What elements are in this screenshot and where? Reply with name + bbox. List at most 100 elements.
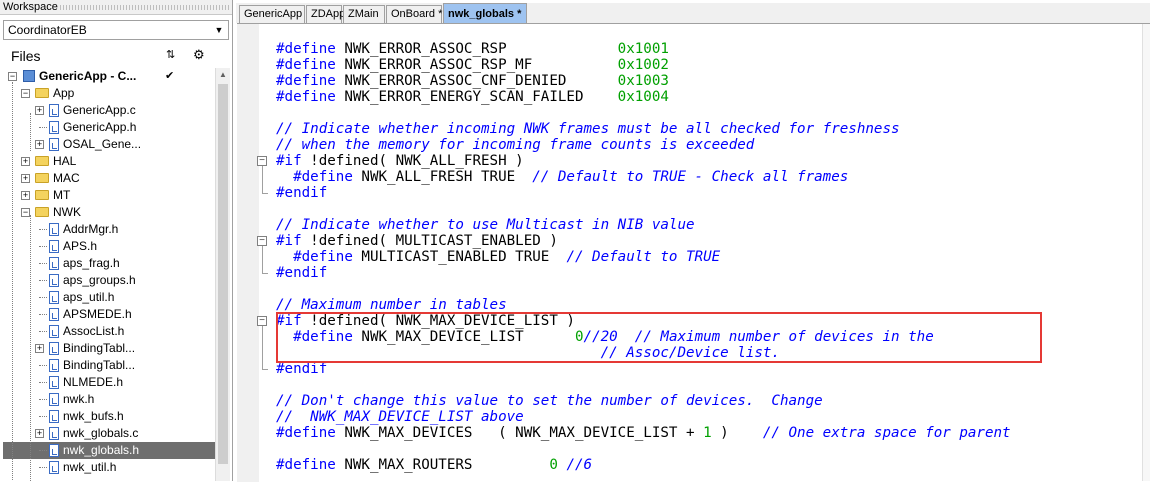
tree-item[interactable]: nwk_bufs.h [3, 408, 215, 425]
tree-item[interactable]: − NWK [3, 204, 215, 221]
tree-connector [39, 229, 47, 230]
tree-item[interactable]: NLMEDE.h [3, 374, 215, 391]
tree-item[interactable]: + MT [3, 187, 215, 204]
tree-item[interactable]: + BindingTabl... [3, 340, 215, 357]
file-icon [49, 121, 59, 134]
collapse-icon[interactable]: − [21, 89, 30, 98]
tree-item[interactable]: aps_frag.h [3, 255, 215, 272]
folder-icon [35, 190, 49, 200]
tree-item[interactable]: + nwk_globals.c [3, 425, 215, 442]
workspace-title-bar[interactable]: Workspace [0, 0, 232, 15]
expand-icon[interactable]: + [35, 344, 44, 353]
expand-icon[interactable]: + [21, 191, 30, 200]
tree-item[interactable]: + MAC [3, 170, 215, 187]
tab-zdapp[interactable]: ZDApp [306, 5, 345, 23]
tree-item-label: aps_frag.h [63, 256, 120, 270]
tree-scrollbar[interactable]: ▲ [215, 68, 230, 481]
fold-collapse-icon[interactable]: − [257, 156, 267, 166]
tree-item-label: MAC [53, 171, 80, 185]
code-comment: // NWK_MAX_DEVICE_LIST above [276, 409, 524, 425]
tree-item-label: nwk.h [63, 392, 95, 406]
code-number: 0x1004 [617, 89, 669, 105]
code-comment: // Indicate whether incoming NWK frames … [276, 121, 900, 137]
code-keyword: #define [293, 169, 353, 185]
tree-item[interactable]: APS.h [3, 238, 215, 255]
tab-zmain[interactable]: ZMain [343, 5, 385, 23]
tree-item[interactable]: AssocList.h [3, 323, 215, 340]
code-line: #endif [276, 361, 327, 377]
code-keyword: #endif [276, 185, 328, 201]
code-number: 0x1003 [617, 73, 669, 89]
expand-icon[interactable]: + [35, 106, 44, 115]
code-text: MULTICAST_ENABLED TRUE [352, 249, 567, 265]
tree-item[interactable]: + OSAL_Gene... [3, 136, 215, 153]
sort-icon[interactable]: ⇅ [166, 48, 175, 61]
tree-item[interactable]: aps_util.h [3, 289, 215, 306]
code-line: // Indicate whether incoming NWK frames … [276, 121, 900, 137]
tree-item[interactable]: + HAL [3, 153, 215, 170]
fold-collapse-icon[interactable]: − [257, 316, 267, 326]
configuration-dropdown[interactable]: CoordinatorEB ▼ [3, 20, 229, 40]
tab-nwk-globals[interactable]: nwk_globals * [443, 3, 527, 23]
tree-item[interactable]: nwk.h [3, 391, 215, 408]
tree-item[interactable]: AddrMgr.h [3, 221, 215, 238]
files-header: Files ⇅ ⚙ [3, 45, 229, 67]
code-number: 1 [703, 425, 712, 441]
expand-icon[interactable]: + [35, 140, 44, 149]
scroll-up-icon[interactable]: ▲ [216, 68, 230, 82]
tree-item[interactable]: nwk_globals.h [3, 442, 215, 459]
code-keyword: #define [293, 249, 353, 265]
tree-item[interactable]: APSMEDE.h [3, 306, 215, 323]
collapse-icon[interactable]: − [21, 208, 30, 217]
file-icon [49, 359, 59, 372]
gear-icon[interactable]: ⚙ [193, 47, 205, 63]
scrollbar-thumb[interactable] [218, 84, 228, 464]
tree-connector [39, 314, 47, 315]
code-text: NWK_ERROR_ENERGY_SCAN_FAILED [335, 89, 618, 105]
expand-icon[interactable]: + [21, 174, 30, 183]
tree-item-label: GenericApp.h [63, 120, 137, 134]
fold-collapse-icon[interactable]: − [257, 236, 267, 246]
code-keyword: #endif [276, 265, 328, 281]
chevron-down-icon[interactable]: ▼ [210, 21, 228, 39]
expand-icon[interactable]: + [35, 429, 44, 438]
code-line: #define NWK_MAX_DEVICES ( NWK_MAX_DEVICE… [276, 425, 1011, 441]
tree-item-label: aps_util.h [63, 290, 115, 304]
tree-item[interactable]: nwk_util.h [3, 459, 215, 476]
expand-icon[interactable]: + [21, 157, 30, 166]
file-icon [49, 291, 59, 304]
code-comment: //6 [566, 457, 593, 473]
code-keyword: #define [276, 457, 336, 473]
tree-item[interactable]: BindingTabl... [3, 357, 215, 374]
tree-item[interactable]: aps_groups.h [3, 272, 215, 289]
file-icon [49, 376, 59, 389]
code-keyword: #if [276, 153, 302, 169]
fold-guide-end [262, 273, 268, 274]
folder-icon [35, 173, 49, 183]
tree-item-label: BindingTabl... [63, 358, 136, 372]
file-icon [49, 308, 59, 321]
tree-item[interactable]: + GenericApp.c [3, 102, 215, 119]
tree-item-label: nwk_globals.h [63, 443, 140, 457]
editor-tab-bar: GenericApp ZDApp ZMain OnBoard * nwk_globals… [236, 3, 1150, 23]
code-editor[interactable]: #define NWK_ERROR_ASSOC_RSP 0x1001 #defin… [237, 23, 1150, 482]
tree-item[interactable]: − App [3, 85, 215, 102]
code-keyword: #define [276, 41, 336, 57]
tree-item-label: AddrMgr.h [63, 222, 119, 236]
tree-connector [30, 113, 31, 151]
tree-connector [39, 246, 47, 247]
tree-connector [39, 365, 47, 366]
code-text: ) [711, 425, 763, 441]
project-node[interactable]: − GenericApp - C... ✔ [3, 68, 215, 85]
tab-genericapp[interactable]: GenericApp [239, 5, 305, 23]
code-line: #define NWK_ERROR_ASSOC_RSP_MF 0x1002 [276, 57, 669, 73]
code-comment: // One extra space for parent [762, 425, 1011, 441]
tree-item[interactable]: GenericApp.h [3, 119, 215, 136]
collapse-icon[interactable]: − [8, 72, 17, 81]
code-text: NWK_ALL_FRESH TRUE [352, 169, 533, 185]
title-grip [60, 5, 230, 10]
project-icon [23, 70, 35, 82]
tab-onboard[interactable]: OnBoard * [386, 5, 442, 23]
fold-guide [262, 246, 263, 273]
